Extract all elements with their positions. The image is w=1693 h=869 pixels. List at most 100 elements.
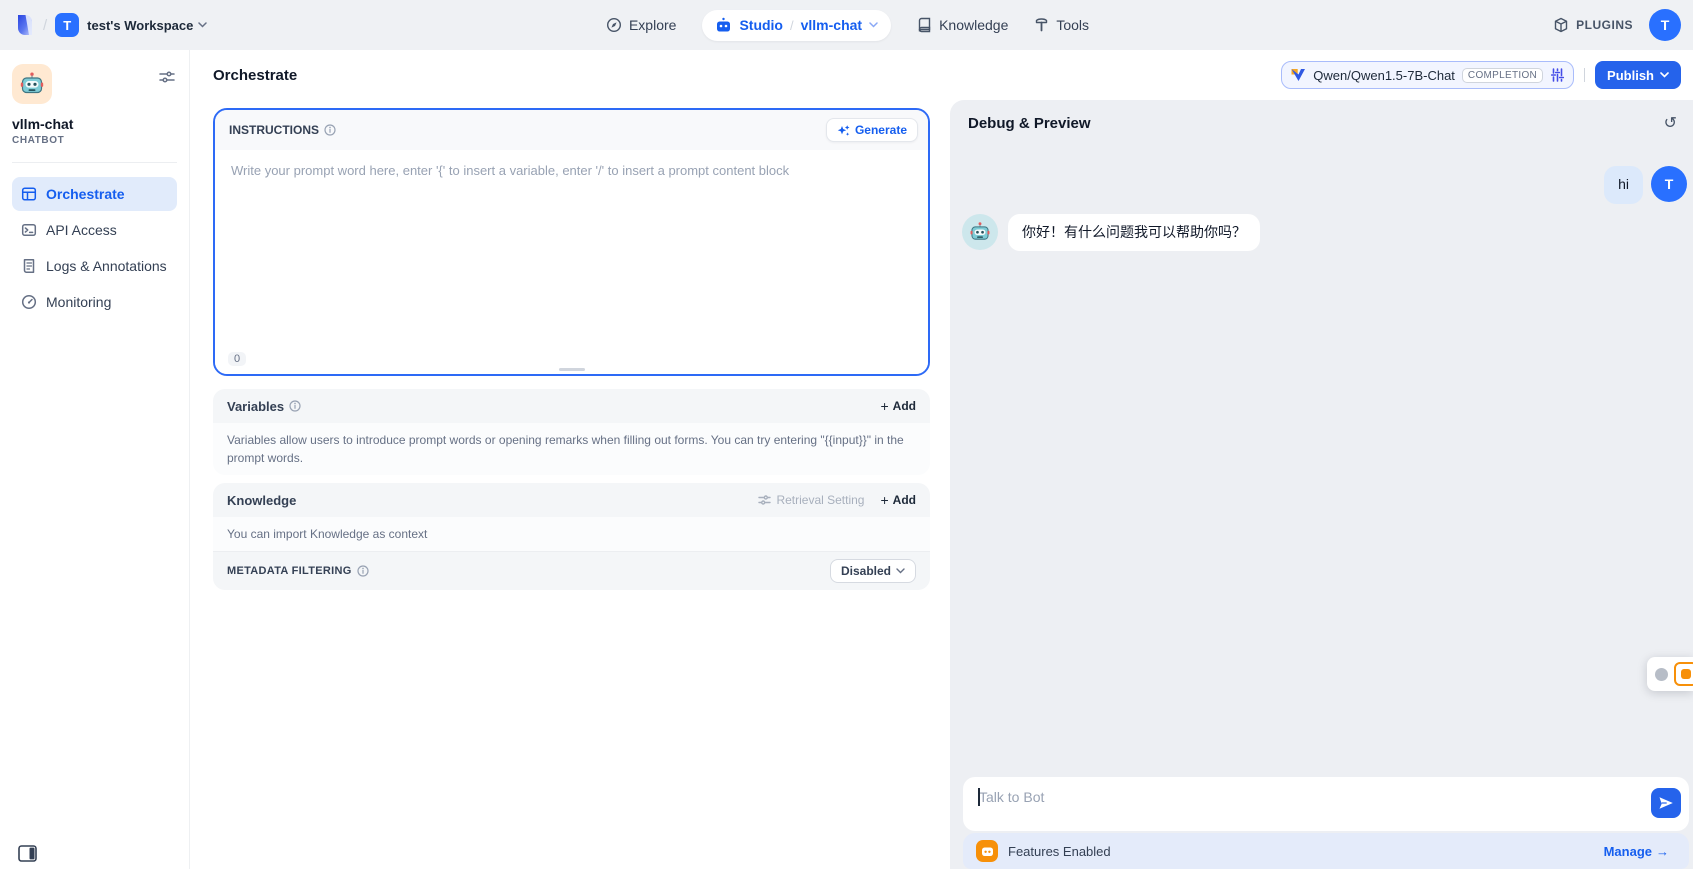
add-knowledge-label: Add bbox=[893, 493, 916, 507]
chat-area: hi T bbox=[950, 138, 1693, 777]
nav-knowledge-label: Knowledge bbox=[939, 17, 1008, 33]
orchestrate-column: INSTRUCTIONS Generate bbox=[190, 100, 950, 869]
sidebar-item-label: API Access bbox=[46, 222, 117, 238]
collapse-sidebar-icon[interactable] bbox=[18, 845, 37, 862]
settings-sliders-icon[interactable] bbox=[159, 70, 175, 84]
metadata-filtering-value: Disabled bbox=[841, 564, 891, 578]
sidebar-item-label: Orchestrate bbox=[46, 186, 125, 202]
generate-button[interactable]: Generate bbox=[826, 118, 918, 142]
sidebar-item-monitoring[interactable]: Monitoring bbox=[12, 285, 177, 319]
package-icon bbox=[1553, 17, 1569, 33]
variables-title: Variables bbox=[227, 399, 284, 414]
app-type-badge: CHATBOT bbox=[12, 135, 189, 146]
add-knowledge-button[interactable]: + Add bbox=[880, 492, 916, 508]
text-cursor bbox=[978, 788, 980, 806]
sidebar-item-label: Monitoring bbox=[46, 294, 111, 310]
user-message-bubble: hi bbox=[1604, 166, 1643, 204]
send-button[interactable] bbox=[1651, 788, 1681, 818]
add-variable-button[interactable]: + Add bbox=[880, 398, 916, 414]
logs-icon bbox=[21, 258, 37, 274]
model-mode-badge: COMPLETION bbox=[1462, 68, 1543, 83]
model-selector[interactable]: Qwen/Qwen1.5-7B-Chat COMPLETION bbox=[1281, 61, 1574, 89]
sidebar-item-api-access[interactable]: API Access bbox=[12, 213, 177, 247]
nav-tools[interactable]: Tools bbox=[1034, 17, 1089, 33]
robot-avatar-icon bbox=[969, 221, 991, 243]
orange-extension-icon bbox=[1674, 662, 1693, 686]
nav-explore-label: Explore bbox=[629, 17, 676, 33]
info-circle-icon bbox=[324, 124, 336, 136]
prompt-editor[interactable] bbox=[215, 150, 928, 320]
features-bar: Features Enabled Manage → bbox=[963, 833, 1689, 869]
plus-icon: + bbox=[880, 492, 888, 508]
manage-features-link[interactable]: Manage → bbox=[1604, 844, 1669, 859]
app-sidebar: vllm-chat CHATBOT Orchestrate API Access… bbox=[0, 50, 190, 869]
nav-studio[interactable]: Studio / vllm-chat bbox=[702, 10, 891, 41]
studio-app-name: vllm-chat bbox=[801, 17, 862, 33]
metadata-filtering-dropdown[interactable]: Disabled bbox=[830, 559, 916, 583]
chevron-down-icon[interactable] bbox=[869, 22, 878, 28]
char-count: 0 bbox=[228, 352, 246, 366]
nav-tools-label: Tools bbox=[1056, 17, 1089, 33]
sparkles-icon bbox=[837, 124, 850, 137]
generate-label: Generate bbox=[855, 123, 907, 137]
explore-icon bbox=[606, 17, 622, 33]
workspace-name: test's Workspace bbox=[87, 18, 193, 33]
model-params-sliders-icon[interactable] bbox=[1550, 68, 1565, 82]
workspace-avatar[interactable]: T bbox=[55, 13, 79, 37]
nav-plugins[interactable]: PLUGINS bbox=[1553, 17, 1633, 33]
robot-icon bbox=[715, 17, 732, 34]
floating-extension-widget[interactable] bbox=[1647, 657, 1693, 691]
sidebar-item-label: Logs & Annotations bbox=[46, 258, 167, 274]
chevron-down-icon bbox=[198, 22, 207, 28]
instructions-title: INSTRUCTIONS bbox=[229, 123, 319, 137]
chat-input[interactable] bbox=[963, 777, 1689, 831]
publish-label: Publish bbox=[1607, 68, 1654, 83]
page-title: Orchestrate bbox=[213, 67, 297, 84]
top-nav: / T test's Workspace Explore Studio / vl… bbox=[0, 0, 1693, 50]
sidebar-item-orchestrate[interactable]: Orchestrate bbox=[12, 177, 177, 211]
arrow-right-icon: → bbox=[1656, 844, 1669, 859]
bot-message-bubble: 你好！有什么问题我可以帮助你吗？ bbox=[1008, 214, 1260, 252]
nav-studio-label: Studio bbox=[739, 17, 783, 33]
knowledge-panel: Knowledge Retrieval Setting + bbox=[213, 483, 930, 590]
retrieval-sliders-icon bbox=[758, 494, 771, 506]
send-icon bbox=[1658, 796, 1674, 810]
hammer-icon bbox=[1034, 17, 1049, 33]
divider bbox=[1584, 68, 1585, 82]
app-icon[interactable] bbox=[12, 64, 52, 104]
retrieval-setting-label: Retrieval Setting bbox=[776, 493, 864, 507]
plus-icon: + bbox=[880, 398, 888, 414]
vllm-logo-icon bbox=[1291, 68, 1306, 82]
knowledge-title: Knowledge bbox=[227, 493, 296, 508]
variables-panel: Variables + Add Variables allow users to… bbox=[213, 389, 930, 475]
publish-button[interactable]: Publish bbox=[1595, 61, 1681, 89]
user-avatar[interactable]: T bbox=[1649, 9, 1681, 41]
debug-preview-panel: Debug & Preview ↺ hi T bbox=[950, 100, 1693, 869]
debug-preview-title: Debug & Preview bbox=[968, 115, 1091, 132]
nav-plugins-label: PLUGINS bbox=[1576, 18, 1633, 32]
page-header: Orchestrate Qwen/Qwen1.5-7B-Chat COMPLET… bbox=[190, 50, 1693, 100]
features-icon bbox=[976, 840, 998, 862]
app-name: vllm-chat bbox=[12, 116, 189, 132]
nav-knowledge[interactable]: Knowledge bbox=[917, 17, 1008, 33]
knowledge-description: You can import Knowledge as context bbox=[213, 517, 930, 551]
divider bbox=[12, 162, 177, 163]
variables-description: Variables allow users to introduce promp… bbox=[213, 423, 930, 475]
add-variable-label: Add bbox=[893, 399, 916, 413]
info-circle-icon bbox=[357, 565, 369, 577]
sidebar-item-logs-annotations[interactable]: Logs & Annotations bbox=[12, 249, 177, 283]
user-chat-avatar: T bbox=[1651, 166, 1687, 202]
features-label: Features Enabled bbox=[1008, 844, 1111, 859]
retrieval-setting-button[interactable]: Retrieval Setting bbox=[758, 493, 864, 507]
resize-handle[interactable] bbox=[559, 368, 585, 371]
restart-conversation-icon[interactable]: ↺ bbox=[1664, 116, 1677, 132]
chevron-down-icon bbox=[1660, 72, 1669, 78]
model-name: Qwen/Qwen1.5-7B-Chat bbox=[1313, 68, 1455, 83]
chevron-down-icon bbox=[896, 568, 905, 574]
metadata-filtering-title: METADATA FILTERING bbox=[227, 565, 352, 577]
workspace-selector[interactable]: test's Workspace bbox=[87, 18, 207, 33]
manage-label: Manage bbox=[1604, 844, 1652, 859]
dify-logo[interactable] bbox=[14, 13, 35, 37]
robot-avatar-icon bbox=[19, 71, 45, 97]
nav-explore[interactable]: Explore bbox=[606, 17, 676, 33]
